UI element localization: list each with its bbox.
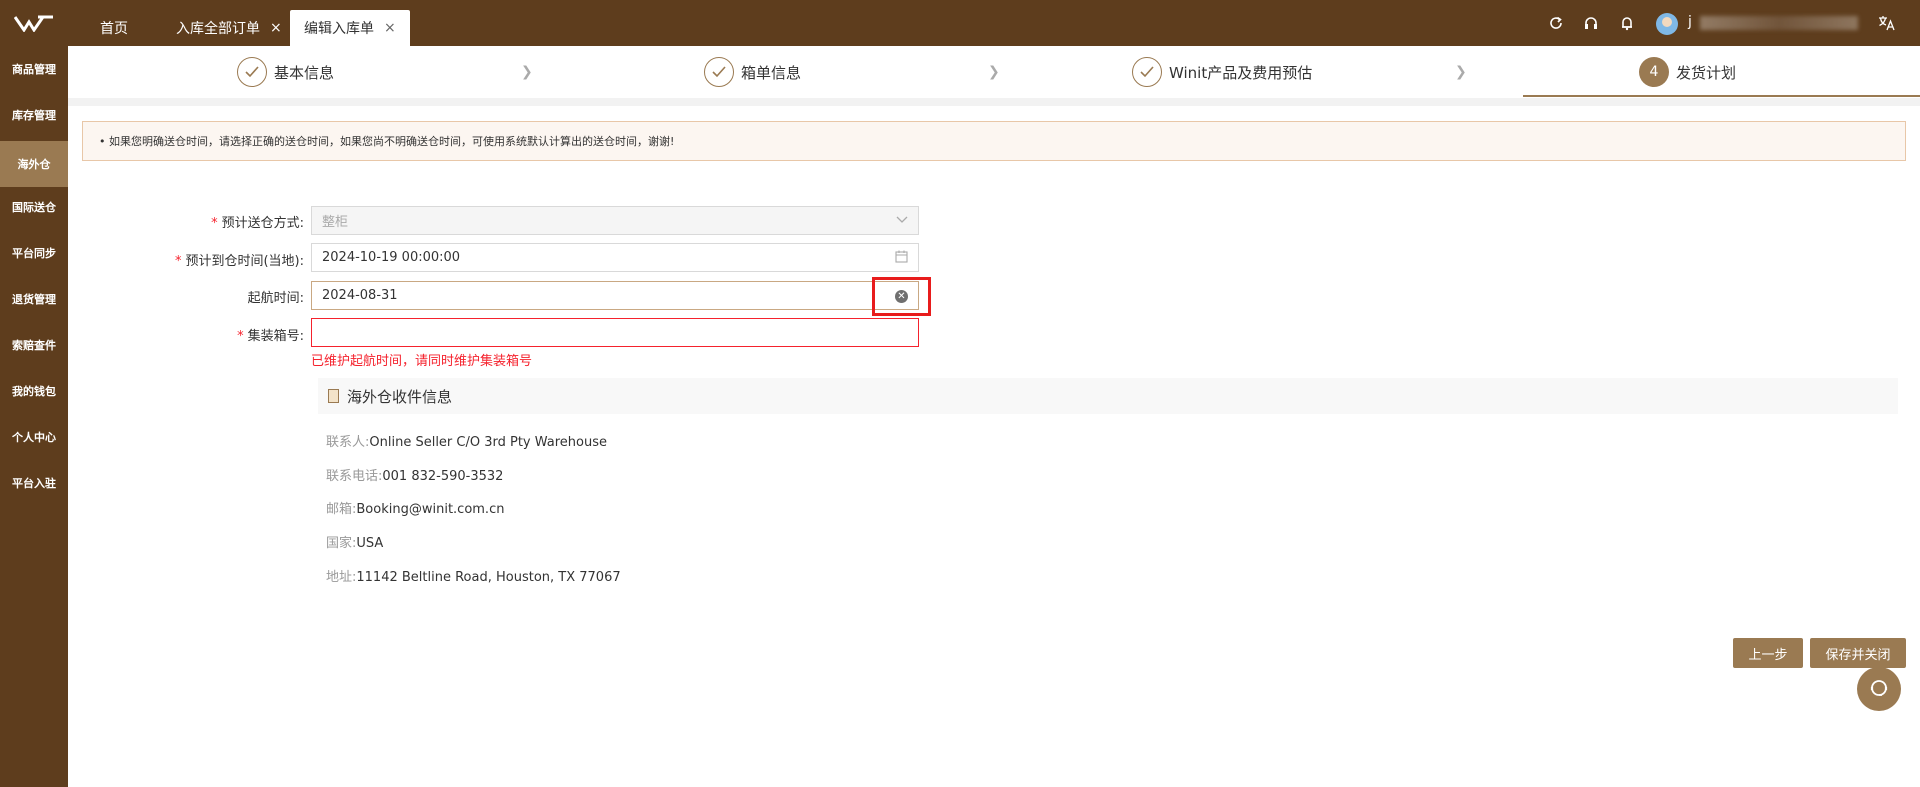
username[interactable]: j: [1688, 14, 1692, 30]
username-redacted: [1700, 16, 1858, 30]
country-row: 国家:USA: [326, 536, 384, 551]
delivery-method-label: * 预计送仓方式:: [211, 216, 304, 231]
departure-time-label: 起航时间:: [247, 291, 304, 306]
arrival-time-picker[interactable]: 2024-10-19 00:00:00: [311, 243, 919, 272]
sidebar-item-products[interactable]: 商品管理: [0, 49, 68, 89]
chevron-down-icon: [896, 213, 908, 228]
sidebar-item-label: 索赔查件: [12, 339, 56, 352]
sidebar-item-label: 商品管理: [12, 63, 56, 76]
sidebar-item-label: 退货管理: [12, 293, 56, 306]
sidebar: 商品管理 库存管理 海外仓 国际送仓 平台同步 退货管理 索赔查件 我的钱包 个…: [0, 46, 68, 787]
email-row: 邮箱:Booking@winit.com.cn: [326, 502, 505, 517]
notice-text: • 如果您明确送仓时间，请选择正确的送仓时间，如果您尚不明确送仓时间，可使用系统…: [99, 135, 675, 148]
bell-icon[interactable]: [1616, 12, 1638, 34]
required-mark: *: [174, 254, 182, 269]
departure-time-value: 2024-08-31: [322, 288, 398, 303]
check-icon: [237, 57, 267, 87]
check-icon: [704, 57, 734, 87]
sidebar-item-overseas-warehouse[interactable]: 海外仓: [0, 141, 68, 187]
sidebar-item-label: 海外仓: [17, 158, 51, 171]
chevron-right-icon: ❯: [521, 64, 533, 80]
sidebar-item-label: 平台入驻: [12, 477, 56, 490]
step-progress: 基本信息 ❯ 箱单信息 ❯ Winit产品及费用预估 ❯ 4 发货计划: [68, 46, 1920, 98]
delivery-method-select[interactable]: 整柜: [311, 206, 919, 235]
step-label: 发货计划: [1676, 63, 1737, 82]
container-no-label: * 集装箱号:: [237, 329, 304, 344]
sidebar-item-platform-onboarding[interactable]: 平台入驻: [0, 463, 68, 503]
winit-logo[interactable]: [0, 0, 68, 46]
contact-row: 联系人:Online Seller C/O 3rd Pty Warehouse: [326, 435, 608, 450]
close-icon[interactable]: ×: [384, 20, 396, 36]
step-label: Winit产品及费用预估: [1169, 63, 1313, 82]
translate-icon[interactable]: [1876, 12, 1898, 34]
top-bar: 首页 入库全部订单 × 编辑入库单 × j: [0, 0, 1920, 46]
tab-label: 入库全部订单: [176, 21, 260, 37]
notice-banner: • 如果您明确送仓时间，请选择正确的送仓时间，如果您尚不明确送仓时间，可使用系统…: [82, 121, 1906, 161]
sidebar-item-label: 库存管理: [12, 109, 56, 122]
save-close-button[interactable]: 保存并关闭: [1810, 638, 1906, 668]
headset-icon[interactable]: [1580, 12, 1602, 34]
tab-label: 编辑入库单: [304, 21, 374, 37]
required-mark: *: [237, 329, 244, 344]
highlight-box: [872, 277, 931, 316]
check-icon: [1132, 57, 1162, 87]
sidebar-item-personal-center[interactable]: 个人中心: [0, 417, 68, 457]
chevron-right-icon: ❯: [988, 64, 1000, 80]
step-label: 箱单信息: [741, 63, 802, 82]
sidebar-item-platform-sync[interactable]: 平台同步: [0, 233, 68, 273]
sidebar-item-wallet[interactable]: 我的钱包: [0, 371, 68, 411]
step-number: 4: [1639, 57, 1669, 87]
step-winit-product-fee[interactable]: Winit产品及费用预估: [1132, 56, 1312, 88]
document-icon: [328, 389, 339, 403]
close-icon[interactable]: ×: [270, 20, 282, 36]
divider: [68, 98, 1920, 106]
sidebar-item-claims[interactable]: 索赔查件: [0, 325, 68, 365]
avatar[interactable]: [1656, 13, 1678, 35]
chevron-right-icon: ❯: [1455, 64, 1467, 80]
refresh-icon[interactable]: [1545, 12, 1567, 34]
required-mark: *: [211, 216, 218, 231]
sidebar-item-international-delivery[interactable]: 国际送仓: [0, 187, 68, 227]
customer-service-icon[interactable]: [1857, 667, 1901, 711]
tab-label: 首页: [100, 21, 128, 37]
address-row: 地址:11142 Beltline Road, Houston, TX 7706…: [326, 570, 621, 585]
tab-home[interactable]: 首页: [100, 10, 128, 46]
warehouse-info-header: 海外仓收件信息: [318, 378, 1898, 414]
error-message: 已维护起航时间，请同时维护集装箱号: [311, 354, 533, 369]
sidebar-item-label: 我的钱包: [12, 385, 56, 398]
sidebar-item-returns[interactable]: 退货管理: [0, 279, 68, 319]
warehouse-info-title: 海外仓收件信息: [347, 387, 453, 406]
calendar-icon[interactable]: [895, 250, 908, 267]
delivery-method-value: 整柜: [322, 215, 349, 230]
phone-row: 联系电话:001 832-590-3532: [326, 469, 504, 484]
step-label: 基本信息: [274, 63, 335, 82]
departure-time-picker[interactable]: 2024-08-31 ✕: [311, 281, 919, 310]
arrival-time-label: * 预计到仓时间(当地):: [174, 254, 304, 269]
sidebar-item-label: 个人中心: [12, 431, 56, 444]
sidebar-item-label: 平台同步: [12, 247, 56, 260]
tab-edit-inbound[interactable]: 编辑入库单 ×: [290, 10, 410, 46]
step-packing-list[interactable]: 箱单信息: [704, 56, 801, 88]
tab-inbound-all-orders[interactable]: 入库全部订单 ×: [176, 10, 282, 46]
step-basic-info[interactable]: 基本信息: [237, 56, 334, 88]
step-shipping-plan[interactable]: 4 发货计划: [1639, 56, 1736, 88]
sidebar-item-inventory[interactable]: 库存管理: [0, 95, 68, 135]
arrival-time-value: 2024-10-19 00:00:00: [322, 250, 461, 265]
sidebar-item-label: 国际送仓: [12, 201, 56, 214]
container-no-input[interactable]: [311, 318, 919, 347]
active-step-underline: [1523, 95, 1920, 97]
prev-button[interactable]: 上一步: [1733, 638, 1803, 668]
